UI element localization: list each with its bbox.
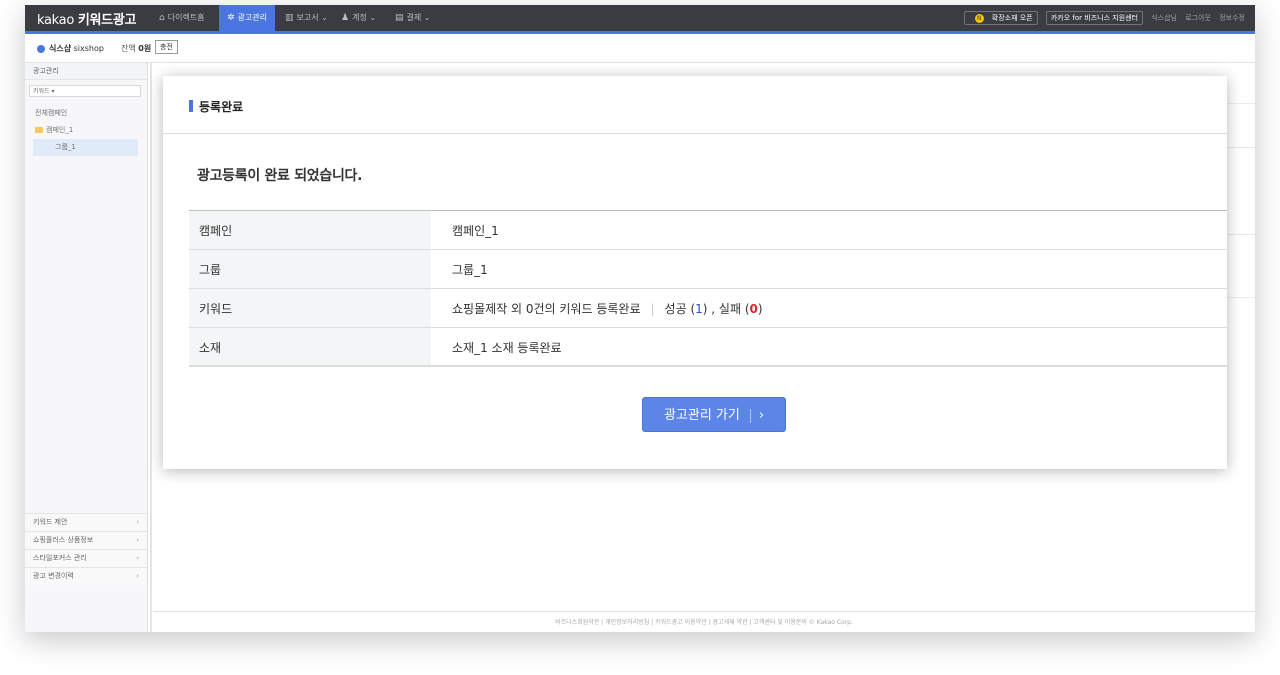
nav-direct-home[interactable]: ⌂ 다이렉트홈 — [151, 5, 213, 31]
dialog-divider — [189, 365, 1227, 366]
app-window: kakao 키워드광고 ⌂ 다이렉트홈 ✲ 광고관리 ▥ 보고서 ⌄ ♟ 계정 ⌄ ▤ 결… — [25, 5, 1255, 632]
account-bar: 식스샵 sixshop 잔액 0원 충전 — [25, 34, 1255, 63]
account-selector[interactable]: 식스샵 sixshop — [37, 43, 104, 54]
nav-ad-management[interactable]: ✲ 광고관리 — [219, 5, 275, 31]
table-row: 소재 소재_1 소재 등록완료 — [189, 327, 1227, 367]
registration-complete-dialog: 등록완료 광고등록이 완료 되었습니다. 캠페인 캠페인_1 그룹 그룹_1 키… — [163, 76, 1227, 469]
new-icon: N — [974, 13, 984, 23]
chart-icon: ▥ — [285, 13, 294, 23]
nav-reports[interactable]: ▥ 보고서 ⌄ — [277, 5, 336, 31]
row-label-group: 그룹 — [189, 249, 431, 289]
user-name: 식스샵님 — [1151, 14, 1177, 22]
account-icon — [37, 44, 45, 53]
success-label: 성공 — [664, 301, 687, 316]
success-count: 1 — [695, 301, 703, 316]
user-icon: ♟ — [341, 13, 350, 23]
nav-right-links: N 확장소재 오픈 카카오 for 비즈니스 지원센터 식스샵님 로그아웃 정보수… — [958, 11, 1245, 25]
keyword-result-text: 쇼핑몰제작 외 0건의 키워드 등록완료 — [452, 301, 641, 316]
row-value-campaign: 캠페인_1 — [431, 210, 1227, 250]
table-row: 캠페인 캠페인_1 — [189, 210, 1227, 250]
fail-count: 0 — [749, 301, 758, 316]
row-value-creative: 소재_1 소재 등록완료 — [431, 327, 1227, 367]
logout-link[interactable]: 로그아웃 — [1185, 13, 1211, 23]
row-label-campaign: 캠페인 — [189, 210, 431, 250]
result-table: 캠페인 캠페인_1 그룹 그룹_1 키워드 쇼핑몰제작 외 0건의 키워드 등록… — [189, 210, 1227, 367]
home-icon: ⌂ — [159, 13, 165, 23]
card-icon: ▤ — [395, 13, 404, 23]
support-center-link[interactable]: 카카오 for 비즈니스 지원센터 — [1045, 11, 1143, 25]
row-value-keyword: 쇼핑몰제작 외 0건의 키워드 등록완료 | 성공 (1) , 실패 (0) — [431, 288, 1227, 328]
dialog-title: 등록완료 — [189, 98, 243, 115]
row-label-keyword: 키워드 — [189, 288, 431, 328]
balance: 잔액 0원 — [121, 44, 152, 53]
nav-account[interactable]: ♟ 계정 ⌄ — [333, 5, 384, 31]
nav-billing[interactable]: ▤ 결제 ⌄ — [387, 5, 439, 31]
row-label-creative: 소재 — [189, 327, 431, 367]
edit-info-link[interactable]: 정보수정 — [1219, 13, 1245, 23]
chevron-right-icon: › — [758, 408, 765, 423]
completion-message: 광고등록이 완료 되었습니다. — [197, 168, 363, 184]
button-separator — [749, 408, 751, 423]
go-to-ad-management-button[interactable]: 광고관리 가기 › — [642, 397, 786, 432]
extension-badge[interactable]: N 확장소재 오픈 — [963, 11, 1038, 25]
row-value-group: 그룹_1 — [431, 249, 1227, 289]
fail-label: 실패 — [718, 301, 741, 316]
separator: | — [650, 301, 655, 316]
app-logo[interactable]: kakao 키워드광고 — [37, 9, 136, 28]
dialog-divider — [163, 133, 1227, 134]
charge-button[interactable]: 충전 — [155, 40, 178, 54]
table-row: 키워드 쇼핑몰제작 외 0건의 키워드 등록완료 | 성공 (1) , 실패 (0) — [189, 288, 1227, 328]
top-navigation: kakao 키워드광고 ⌂ 다이렉트홈 ✲ 광고관리 ▥ 보고서 ⌄ ♟ 계정 ⌄ ▤ 결… — [25, 5, 1255, 34]
gear-icon: ✲ — [227, 13, 235, 23]
table-row: 그룹 그룹_1 — [189, 249, 1227, 289]
